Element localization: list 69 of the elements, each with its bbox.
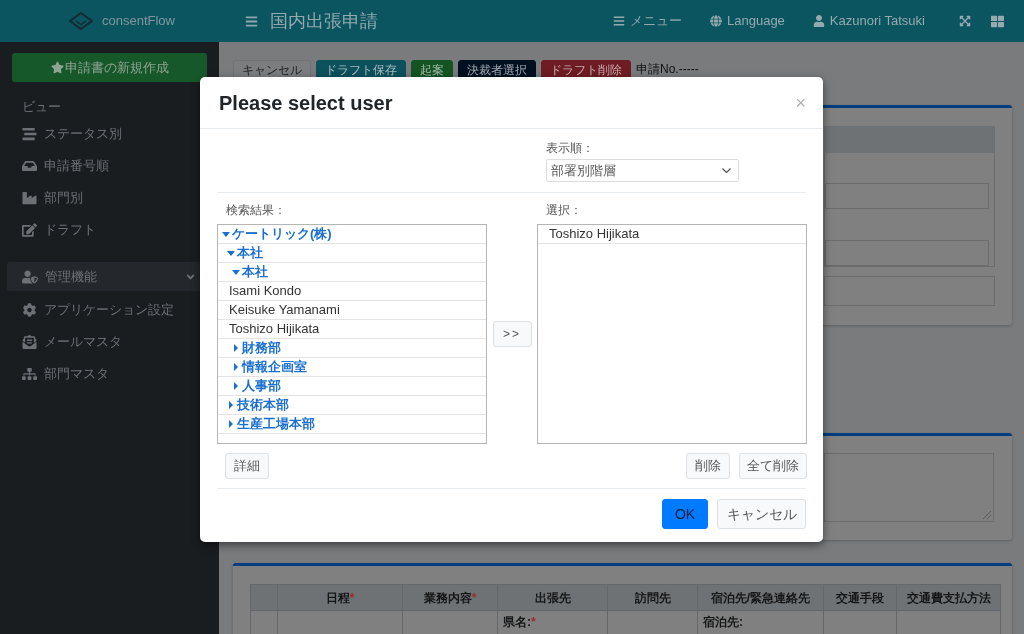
- column-header: 日程*: [278, 585, 403, 611]
- sidebar-item[interactable]: 部門マスタ: [0, 358, 219, 390]
- tree-group-item[interactable]: ケートリック(株): [218, 225, 486, 244]
- column-header: 交通費支払方法: [897, 585, 1001, 611]
- dialog-button[interactable]: OK: [662, 499, 708, 529]
- envelope-icon: [22, 335, 37, 349]
- sort-order-select[interactable]: 部署別階層: [546, 159, 739, 182]
- menu-icon[interactable]: [245, 14, 258, 28]
- column-header: 訪問先: [608, 585, 698, 611]
- resize-handle-icon: [983, 511, 991, 519]
- star-icon: [50, 61, 64, 74]
- fullscreen-icon[interactable]: [959, 15, 971, 27]
- field-label: 表示順：: [546, 140, 594, 156]
- grid-icon[interactable]: [991, 14, 1004, 28]
- user-list-item[interactable]: Keisuke Yamanami: [218, 301, 486, 320]
- page-title: 国内出張申請: [270, 9, 378, 33]
- remove-button[interactable]: 削除: [686, 453, 730, 479]
- sidebar-item[interactable]: ドラフト: [0, 214, 219, 246]
- application-number: 申請No.-----: [636, 63, 699, 76]
- navbar-link[interactable]: メニュー: [599, 11, 696, 31]
- user-list-item[interactable]: Toshizo Hijikata: [218, 320, 486, 339]
- column-header: 業務内容*: [403, 585, 498, 611]
- sidebar-item[interactable]: ステータス別: [0, 118, 219, 150]
- input-field[interactable]: [825, 183, 989, 209]
- inbox-icon: [22, 159, 37, 173]
- brand-name: consentFlow: [102, 12, 175, 31]
- remove-all-button[interactable]: 全て削除: [739, 453, 807, 479]
- bars-icon: [613, 15, 625, 27]
- diamond-logo-icon: [69, 12, 93, 30]
- tree-group-item[interactable]: 生産工場本部: [218, 415, 486, 434]
- dialog-button[interactable]: キャンセル: [717, 499, 806, 529]
- user-icon: [812, 15, 825, 27]
- field-label: 県名:*: [503, 615, 536, 629]
- edit-icon: [22, 223, 37, 237]
- column-header: 交通手段: [824, 585, 897, 611]
- globe-icon: [710, 15, 722, 27]
- input-field[interactable]: [825, 239, 989, 266]
- settings-icon: [22, 303, 37, 317]
- chevron-down-icon: [722, 168, 731, 173]
- column-header: 出張先: [498, 585, 608, 611]
- tree-group-item[interactable]: 技術本部: [218, 396, 486, 415]
- sidebar-section-header: ビュー: [22, 99, 61, 115]
- navbar-link[interactable]: Kazunori Tatsuki: [798, 11, 939, 31]
- field-label: 選択：: [546, 202, 582, 218]
- column-header: 宿泊先/緊急連絡先: [698, 585, 824, 611]
- tree-group-item[interactable]: 本社: [218, 244, 486, 263]
- user-shield-icon: [22, 269, 38, 284]
- selected-user-item[interactable]: Toshizo Hijikata: [538, 225, 806, 244]
- tree-group-item[interactable]: 本社: [218, 263, 486, 282]
- user-list-item[interactable]: Isami Kondo: [218, 282, 486, 301]
- hierarchy-icon: [22, 367, 37, 381]
- tree-group-item[interactable]: 人事部: [218, 377, 486, 396]
- dialog-title: Please select user: [219, 90, 393, 116]
- navbar-link[interactable]: Language: [696, 11, 799, 31]
- sidebar-item[interactable]: メールマスタ: [0, 326, 219, 358]
- text-area[interactable]: [824, 453, 994, 522]
- sidebar-item[interactable]: 部門別: [0, 182, 219, 214]
- sidebar-item[interactable]: 申請番号順: [0, 150, 219, 182]
- input-field[interactable]: [824, 276, 995, 306]
- field-label: 検索結果：: [226, 202, 286, 218]
- stacked-bars-icon: [22, 127, 37, 141]
- add-button[interactable]: >>: [492, 321, 532, 347]
- tree-group-item[interactable]: 情報企画室: [218, 358, 486, 377]
- tree-group-item[interactable]: 財務部: [218, 339, 486, 358]
- sidebar-item[interactable]: アプリケーション設定: [0, 294, 219, 326]
- detail-button[interactable]: 詳細: [225, 453, 269, 479]
- new-application-button[interactable]: 申請書の新規作成: [12, 53, 207, 82]
- factory-icon: [22, 191, 37, 205]
- field-label: 宿泊先:: [703, 615, 743, 629]
